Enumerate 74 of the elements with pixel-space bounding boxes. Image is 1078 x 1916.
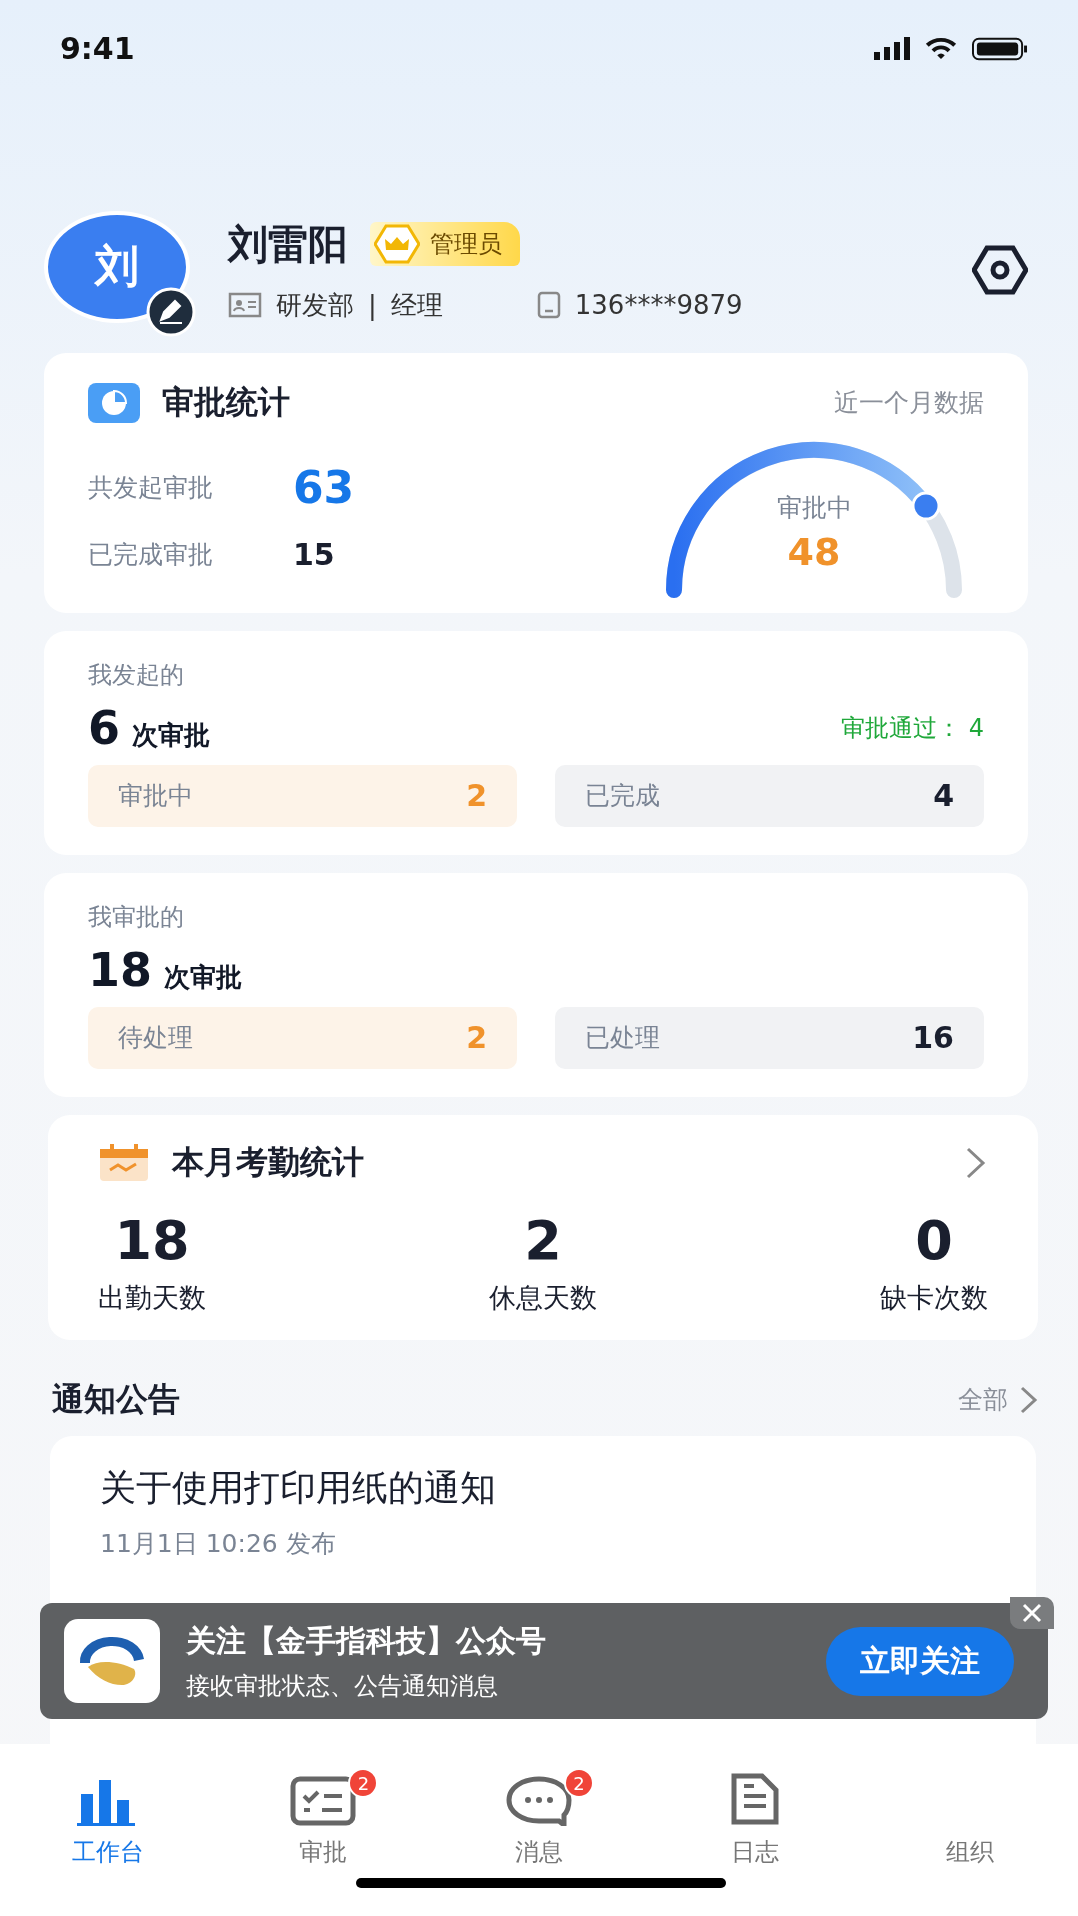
tab-item[interactable]: 2 审批 xyxy=(215,1762,432,1869)
follow-button[interactable]: 立即关注 xyxy=(826,1626,1014,1696)
status-tile[interactable]: 审批中 2 xyxy=(88,764,517,827)
summary-title: 我发起的 xyxy=(88,660,184,689)
tile-label: 已处理 xyxy=(585,1022,660,1055)
summary-unit: 次审批 xyxy=(132,719,210,750)
chevron-right-icon xyxy=(1018,1384,1040,1415)
signal-icon xyxy=(874,36,910,61)
tile-value: 4 xyxy=(933,778,954,814)
card-title: 本月考勤统计 xyxy=(172,1141,364,1183)
view-all-link[interactable]: 全部 xyxy=(958,1383,1040,1417)
id-card-icon xyxy=(228,292,262,319)
stat-label: 已完成审批 xyxy=(88,538,214,571)
tile-label: 审批中 xyxy=(118,780,193,813)
separator-text: | xyxy=(368,290,377,321)
summary-title: 我审批的 xyxy=(88,902,184,931)
user-name: 刘雷阳 xyxy=(228,219,348,269)
period-text: 近一个月数据 xyxy=(834,387,984,420)
attendance-label: 休息天数 xyxy=(489,1280,597,1315)
attendance-card[interactable]: 本月考勤统计 18 出勤天数 2 休息天数 0 缺卡次数 xyxy=(48,1114,1038,1340)
edit-icon[interactable] xyxy=(146,286,196,337)
tile-value: 2 xyxy=(466,1020,487,1056)
close-button[interactable] xyxy=(1010,1597,1054,1629)
status-tile[interactable]: 已处理 16 xyxy=(555,1006,984,1069)
count-badge: 2 xyxy=(564,1768,594,1799)
stat-value: 15 xyxy=(293,536,335,572)
attendance-value: 0 xyxy=(915,1208,953,1272)
banner-subtitle: 接收审批状态、公告通知消息 xyxy=(186,1670,499,1702)
close-icon xyxy=(1022,1603,1042,1623)
attendance-value: 18 xyxy=(114,1208,190,1272)
card-title: 审批统计 xyxy=(162,381,290,423)
crown-icon xyxy=(374,224,420,265)
tile-label: 待处理 xyxy=(118,1022,193,1055)
attendance-value: 2 xyxy=(524,1208,562,1272)
document-icon xyxy=(729,1772,780,1827)
phone-number: 136****9879 xyxy=(574,290,743,321)
settings-icon[interactable] xyxy=(972,244,1028,295)
calendar-icon xyxy=(98,1142,150,1183)
status-tile[interactable]: 已完成 4 xyxy=(555,764,984,827)
tile-value: 16 xyxy=(912,1020,954,1056)
approved-note: 审批通过： 4 xyxy=(841,712,984,744)
stat-value: 63 xyxy=(293,461,355,513)
phone-icon xyxy=(536,291,561,320)
battery-icon xyxy=(972,36,1028,61)
position-text: 经理 xyxy=(390,288,443,322)
stat-label: 共发起审批 xyxy=(88,471,214,504)
tab-item[interactable]: 工作台 xyxy=(0,1762,216,1869)
banner-title: 关注【金手指科技】公众号 xyxy=(186,1621,547,1660)
tile-label: 已完成 xyxy=(585,780,660,813)
gauge-label: 审批中 xyxy=(776,491,852,524)
notice-meta: 11月1日 10:26 发布 xyxy=(100,1527,337,1560)
role-badge: 管理员 xyxy=(370,222,520,267)
count-badge: 2 xyxy=(348,1768,379,1799)
chevron-right-icon xyxy=(964,1145,988,1180)
summary-count: 18 xyxy=(88,942,152,997)
tab-item[interactable]: 2 消息 xyxy=(431,1762,647,1869)
summary-unit: 次审批 xyxy=(164,961,242,992)
pie-chart-icon xyxy=(88,382,140,423)
gauge-value: 48 xyxy=(787,529,841,574)
attendance-label: 缺卡次数 xyxy=(880,1280,988,1315)
summary-count: 6 xyxy=(88,700,120,755)
notice-title: 关于使用打印用纸的通知 xyxy=(100,1465,497,1510)
department-text: 研发部 xyxy=(276,288,354,322)
status-tile[interactable]: 待处理 2 xyxy=(88,1006,517,1069)
section-title: 通知公告 xyxy=(52,1378,180,1420)
status-time: 9:41 xyxy=(60,31,135,67)
wifi-icon xyxy=(924,36,958,61)
checklist-icon xyxy=(290,1776,357,1827)
tab-item[interactable]: 组织 xyxy=(862,1762,1078,1869)
tile-value: 2 xyxy=(466,778,487,814)
chat-bubble-icon xyxy=(506,1776,572,1827)
tab-item[interactable]: 日志 xyxy=(646,1762,863,1869)
attendance-label: 出勤天数 xyxy=(98,1280,206,1315)
avatar[interactable]: 刘 xyxy=(44,210,190,323)
